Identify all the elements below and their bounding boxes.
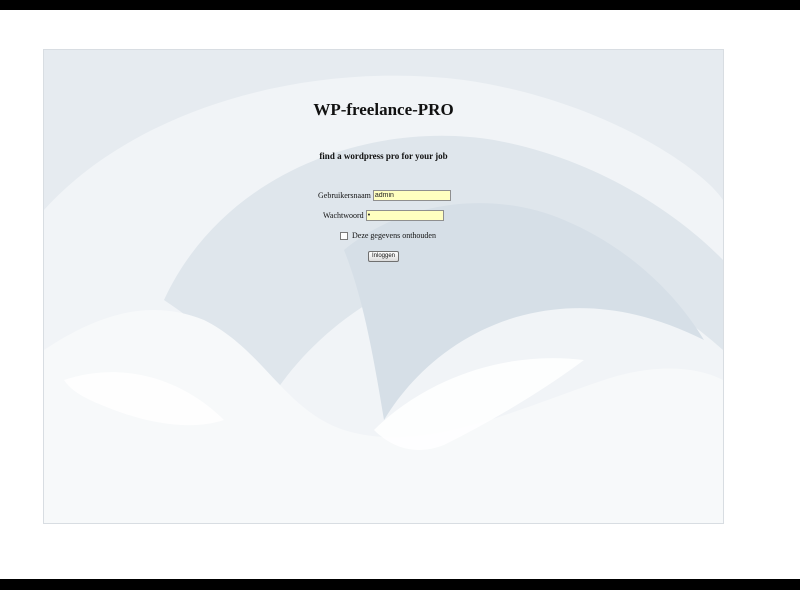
remember-checkbox[interactable]: [340, 231, 348, 240]
password-row: Wachtwoord: [323, 210, 444, 221]
password-input[interactable]: [365, 210, 444, 221]
password-label: Wachtwoord: [323, 211, 364, 220]
remember-row: Deze gegevens onthouden: [340, 231, 436, 240]
login-panel: WP-freelance-PRO find a wordpress pro fo…: [43, 49, 724, 524]
username-row: Gebruikersnaam: [318, 190, 451, 201]
remember-label[interactable]: Deze gegevens onthouden: [352, 231, 436, 240]
login-button[interactable]: Inloggen: [368, 251, 400, 262]
page-subtitle: find a wordpress pro for your job: [319, 151, 448, 161]
top-black-bar: [0, 0, 800, 10]
page-title: WP-freelance-PRO: [313, 100, 454, 119]
username-label: Gebruikersnaam: [318, 191, 371, 200]
wave-background-image: [44, 50, 723, 523]
username-input[interactable]: [372, 190, 451, 201]
bottom-black-bar: [0, 579, 800, 590]
